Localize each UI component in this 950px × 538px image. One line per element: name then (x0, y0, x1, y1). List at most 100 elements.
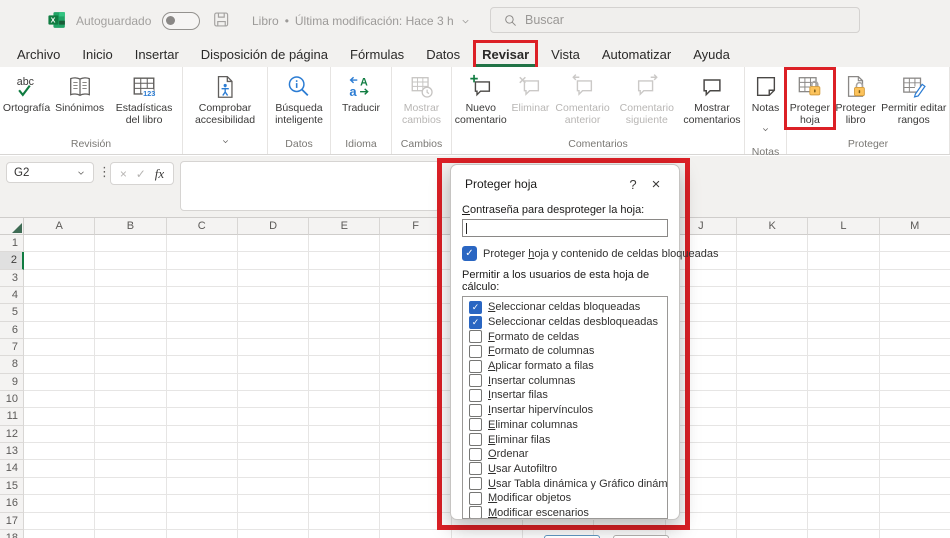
column-header-b[interactable]: B (95, 218, 167, 235)
cell-f3[interactable] (380, 269, 452, 288)
cell-c3[interactable] (166, 269, 238, 288)
cell-a11[interactable] (24, 408, 96, 426)
save-icon[interactable] (212, 10, 231, 29)
cell-e7[interactable] (309, 339, 381, 357)
cell-d16[interactable] (237, 495, 310, 513)
cell-f10[interactable] (380, 391, 452, 409)
permission-item-usar-tabla-dinamica-y-grafico-dinamico[interactable]: Usar Tabla dinámica y Gráfico dinámico (463, 476, 667, 491)
cell-e6[interactable] (309, 321, 381, 340)
cell-a8[interactable] (24, 356, 96, 374)
cell-l16[interactable] (808, 495, 880, 513)
cell-d13[interactable] (237, 443, 310, 461)
cell-c2[interactable] (166, 252, 238, 270)
cell-f8[interactable] (380, 356, 452, 374)
cell-f5[interactable] (380, 304, 452, 322)
select-all-corner[interactable] (0, 218, 24, 235)
cell-l10[interactable] (808, 391, 880, 409)
permission-item-ordenar[interactable]: Ordenar (463, 447, 667, 462)
cell-c6[interactable] (166, 321, 238, 340)
row-header-18[interactable]: 18 (0, 529, 24, 538)
cell-f2[interactable] (380, 252, 452, 270)
cell-e9[interactable] (309, 373, 381, 392)
permission-item-seleccionar-celdas-bloqueadas[interactable]: ✓ Seleccionar celdas bloqueadas (463, 300, 667, 315)
row-header-2[interactable]: 2 (0, 252, 24, 270)
cell-k7[interactable] (736, 339, 809, 357)
row-header-3[interactable]: 3 (0, 269, 24, 288)
cell-m14[interactable] (879, 460, 950, 478)
cell-k4[interactable] (736, 287, 809, 305)
checkbox-icon[interactable] (469, 462, 482, 476)
cell-b2[interactable] (95, 252, 167, 270)
tab-automatizar[interactable]: Automatizar (596, 43, 677, 67)
cell-d1[interactable] (237, 235, 310, 253)
cell-m18[interactable] (880, 529, 950, 538)
cell-f7[interactable] (380, 339, 452, 357)
cell-e17[interactable] (309, 512, 381, 530)
cell-b1[interactable] (95, 235, 167, 253)
column-header-a[interactable]: A (24, 218, 96, 235)
column-header-m[interactable]: M (879, 218, 950, 235)
cell-b4[interactable] (95, 287, 167, 305)
autosave-toggle[interactable] (162, 12, 200, 30)
row-header-9[interactable]: 9 (0, 373, 24, 392)
cell-b13[interactable] (95, 443, 167, 461)
cell-k15[interactable] (736, 477, 809, 496)
cell-b8[interactable] (95, 356, 167, 374)
cell-c1[interactable] (166, 235, 238, 253)
checkbox-icon[interactable]: ✓ (469, 315, 482, 329)
cell-m10[interactable] (879, 391, 950, 409)
cell-k14[interactable] (736, 460, 809, 478)
checkbox-icon[interactable] (469, 330, 482, 344)
cell-e18[interactable] (309, 529, 381, 538)
cell-k2[interactable] (736, 252, 809, 270)
cell-f1[interactable] (380, 235, 452, 253)
permission-item-usar-autofiltro[interactable]: Usar Autofiltro (463, 462, 667, 477)
cell-c16[interactable] (166, 495, 238, 513)
cell-l4[interactable] (808, 287, 880, 305)
cell-m16[interactable] (879, 495, 950, 513)
cell-a2[interactable] (24, 252, 96, 270)
cell-b9[interactable] (95, 373, 167, 392)
cell-b16[interactable] (95, 495, 167, 513)
cell-e3[interactable] (309, 269, 381, 288)
cell-e12[interactable] (309, 425, 381, 444)
protect-contents-checkbox[interactable]: ✓ Proteger hoja y contenido de celdas blo… (462, 246, 718, 261)
checkbox-icon[interactable] (469, 491, 482, 505)
cell-d17[interactable] (237, 512, 310, 530)
tab-formulas[interactable]: Fórmulas (344, 43, 410, 67)
busqueda-inteligente-button[interactable]: Búsqueda inteligente (268, 70, 330, 127)
cell-e16[interactable] (309, 495, 381, 513)
checkbox-icon[interactable] (469, 477, 482, 491)
cell-c8[interactable] (166, 356, 238, 374)
mostrar-comentarios-button[interactable]: Mostrar comentarios (680, 70, 744, 127)
cell-a9[interactable] (24, 373, 96, 392)
cell-l13[interactable] (808, 443, 880, 461)
cell-c11[interactable] (166, 408, 238, 426)
password-input[interactable] (462, 219, 668, 237)
cell-a15[interactable] (24, 477, 96, 496)
permission-item-formato-de-celdas[interactable]: Formato de celdas (463, 329, 667, 344)
permissions-list[interactable]: ✓ Seleccionar celdas bloqueadas ✓ Seleccion… (462, 296, 668, 519)
cell-l7[interactable] (808, 339, 880, 357)
cell-m3[interactable] (879, 269, 950, 288)
row-header-11[interactable]: 11 (0, 408, 24, 426)
cell-a18[interactable] (24, 529, 96, 538)
sinonimos-button[interactable]: Sinónimos (53, 70, 106, 115)
cell-d6[interactable] (237, 321, 310, 340)
name-box[interactable]: G2 (6, 162, 94, 183)
cell-a4[interactable] (24, 287, 96, 305)
checkbox-icon[interactable] (469, 418, 482, 432)
cell-c14[interactable] (166, 460, 238, 478)
cell-a1[interactable] (24, 235, 96, 253)
row-header-5[interactable]: 5 (0, 304, 24, 322)
cell-b12[interactable] (95, 425, 167, 444)
row-header-7[interactable]: 7 (0, 339, 24, 357)
cell-d11[interactable] (237, 408, 310, 426)
cell-e1[interactable] (309, 235, 381, 253)
cell-c17[interactable] (166, 512, 238, 530)
cell-l11[interactable] (808, 408, 880, 426)
cell-c18[interactable] (167, 529, 238, 538)
cell-b17[interactable] (95, 512, 167, 530)
comprobar-accesibilidad-button[interactable]: Comprobar accesibilidad (188, 70, 262, 158)
cell-f17[interactable] (380, 512, 452, 530)
